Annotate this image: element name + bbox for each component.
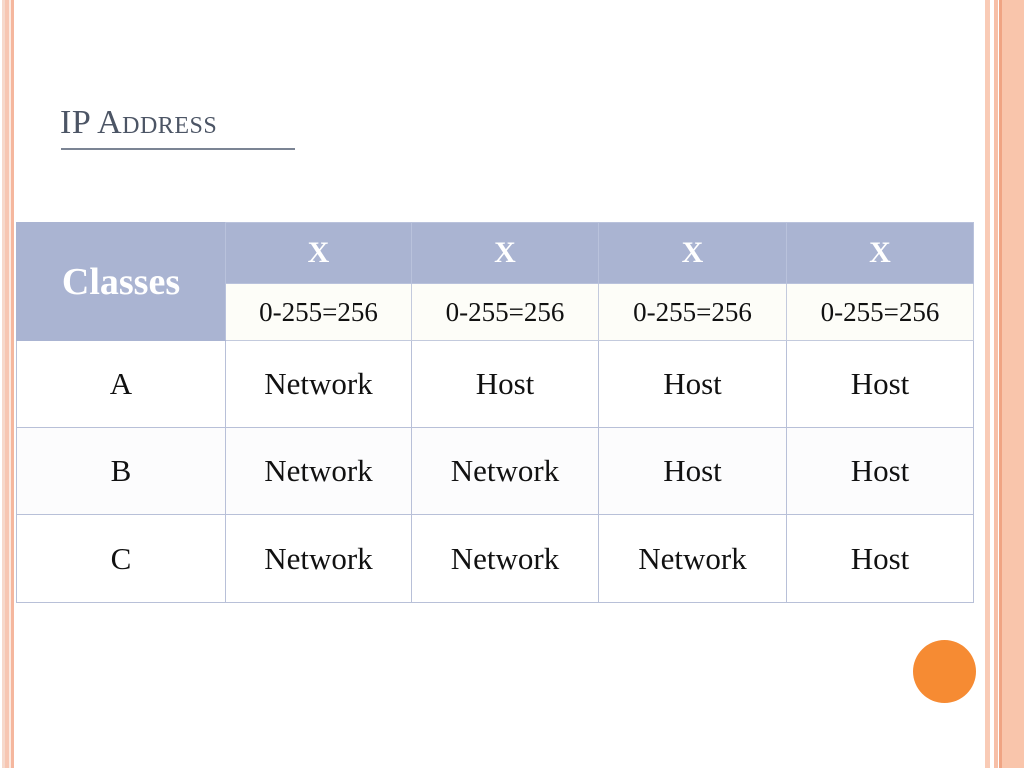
slide-canvas: IP Address Classes X X X X 0-255=256 0-2… — [0, 0, 1024, 768]
header-cell-octet-4: X — [786, 222, 974, 284]
header-cell-octet-3: X — [598, 222, 787, 284]
row-b-octet-1: Network — [225, 427, 412, 515]
row-c-octet-4: Host — [786, 514, 974, 603]
table-row: A Network Host Host Host — [16, 340, 974, 428]
table-row: B Network Network Host Host — [16, 427, 974, 515]
header-cell-octet-2: X — [411, 222, 599, 284]
row-class-a-label: A — [16, 340, 226, 428]
left-stripe-4 — [11, 0, 14, 768]
header-cell-classes: Classes — [16, 222, 226, 341]
ip-class-table: Classes X X X X 0-255=256 0-255=256 0-25… — [16, 222, 974, 603]
range-cell-octet-1: 0-255=256 — [225, 283, 412, 341]
title-underline — [61, 148, 295, 150]
row-b-octet-2: Network — [411, 427, 599, 515]
row-class-b-label: B — [16, 427, 226, 515]
row-b-octet-3: Host — [598, 427, 787, 515]
table-row: C Network Network Network Host — [16, 514, 974, 603]
row-c-octet-1: Network — [225, 514, 412, 603]
right-stripe-2 — [994, 0, 998, 768]
row-c-octet-3: Network — [598, 514, 787, 603]
ip-class-table-wrapper: Classes X X X X 0-255=256 0-255=256 0-25… — [16, 222, 974, 603]
orange-circle-icon — [913, 640, 976, 703]
range-cell-octet-4: 0-255=256 — [786, 283, 974, 341]
right-stripe-4 — [1002, 0, 1024, 768]
row-a-octet-3: Host — [598, 340, 787, 428]
range-cell-octet-2: 0-255=256 — [411, 283, 599, 341]
row-c-octet-2: Network — [411, 514, 599, 603]
range-cell-octet-3: 0-255=256 — [598, 283, 787, 341]
row-class-c-label: C — [16, 514, 226, 603]
row-a-octet-2: Host — [411, 340, 599, 428]
right-stripe-1 — [985, 0, 990, 768]
row-b-octet-4: Host — [786, 427, 974, 515]
table-header-row: Classes X X X X — [16, 222, 974, 341]
page-title: IP Address — [60, 104, 218, 141]
row-a-octet-1: Network — [225, 340, 412, 428]
header-cell-octet-1: X — [225, 222, 412, 284]
row-a-octet-4: Host — [786, 340, 974, 428]
